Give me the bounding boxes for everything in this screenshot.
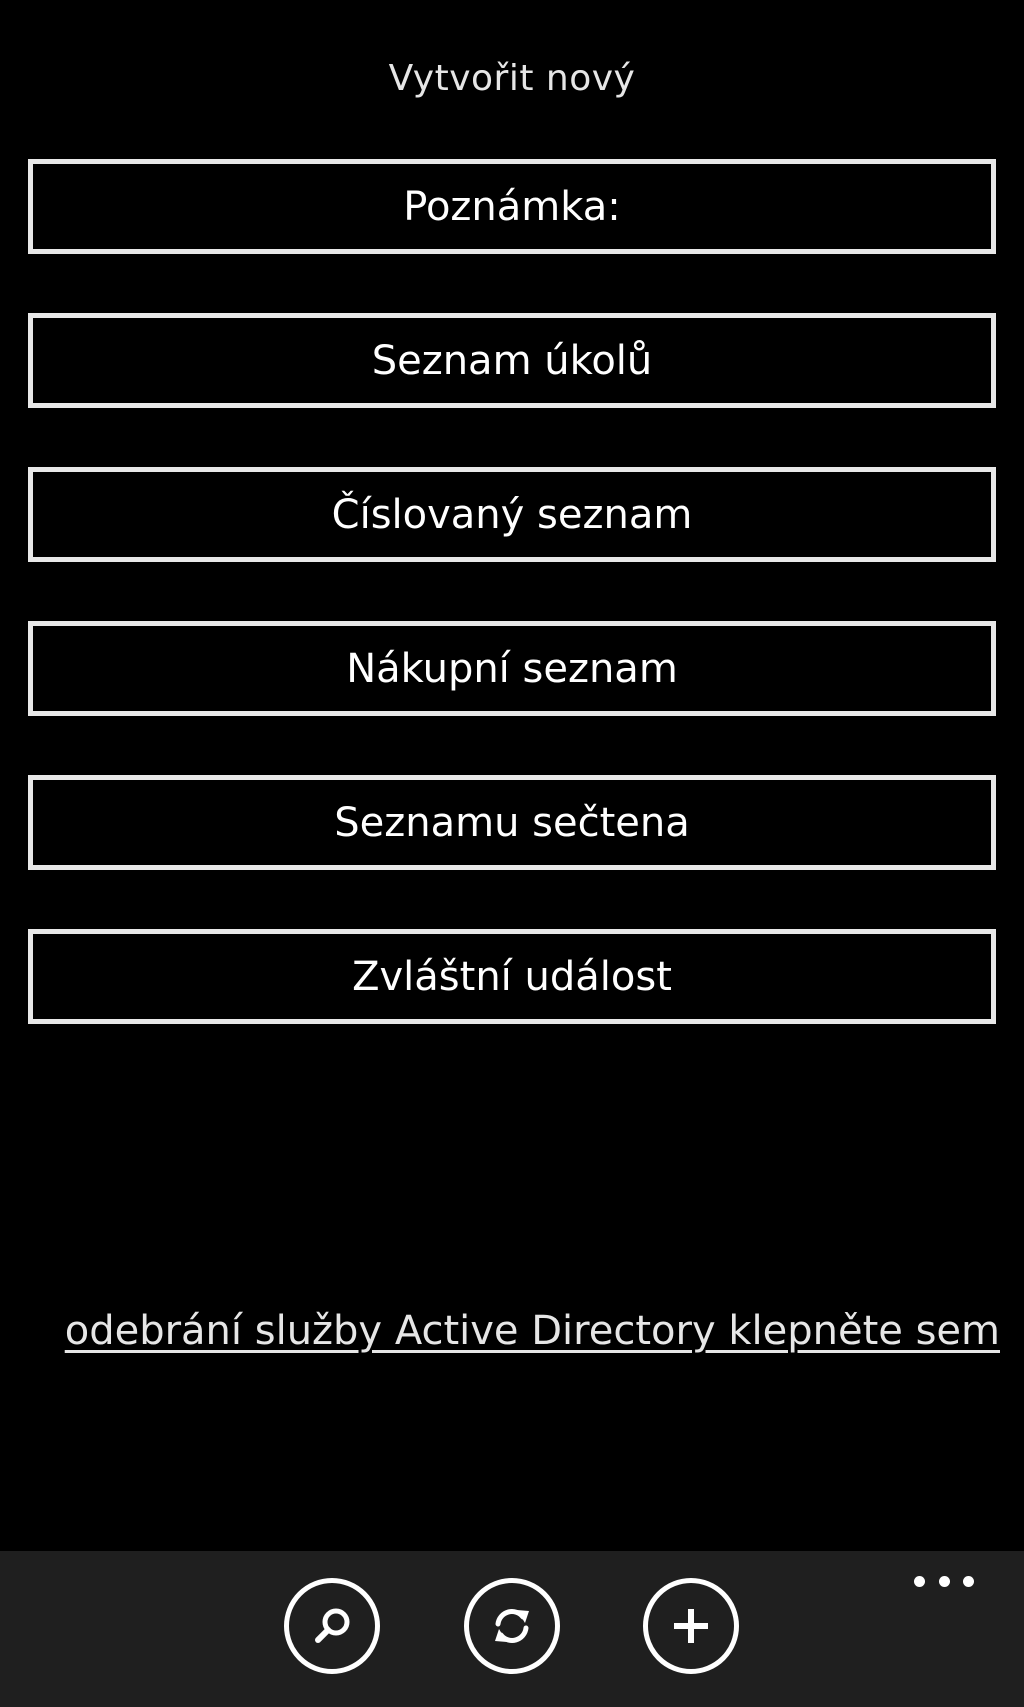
dot — [938, 1575, 950, 1587]
shopping-list-button[interactable]: Nákupní seznam — [28, 621, 996, 716]
page-title: Vytvořit nový — [388, 58, 636, 99]
dot — [963, 1575, 974, 1587]
note-button[interactable]: Poznámka: — [28, 159, 996, 254]
scrolling-link-container: odebrání služby Active Directory klepnět… — [28, 1308, 1000, 1364]
dot — [914, 1575, 925, 1587]
add-button[interactable] — [643, 1578, 739, 1674]
sum-list-button[interactable]: Seznamu sečtena — [28, 775, 996, 870]
add-icon — [674, 1609, 708, 1643]
task-list-button[interactable]: Seznam úkolů — [28, 313, 996, 408]
numbered-list-button[interactable]: Číslovaný seznam — [28, 467, 996, 562]
search-icon — [315, 1608, 350, 1643]
sync-button[interactable] — [464, 1578, 560, 1674]
app-bar — [0, 1551, 1024, 1707]
active-directory-link[interactable]: odebrání služby Active Directory klepnět… — [65, 1308, 1000, 1354]
ellipsis-icon[interactable] — [914, 1571, 974, 1591]
sync-icon — [495, 1609, 529, 1643]
search-button[interactable] — [284, 1578, 380, 1674]
special-event-button[interactable]: Zvláštní událost — [28, 929, 996, 1024]
